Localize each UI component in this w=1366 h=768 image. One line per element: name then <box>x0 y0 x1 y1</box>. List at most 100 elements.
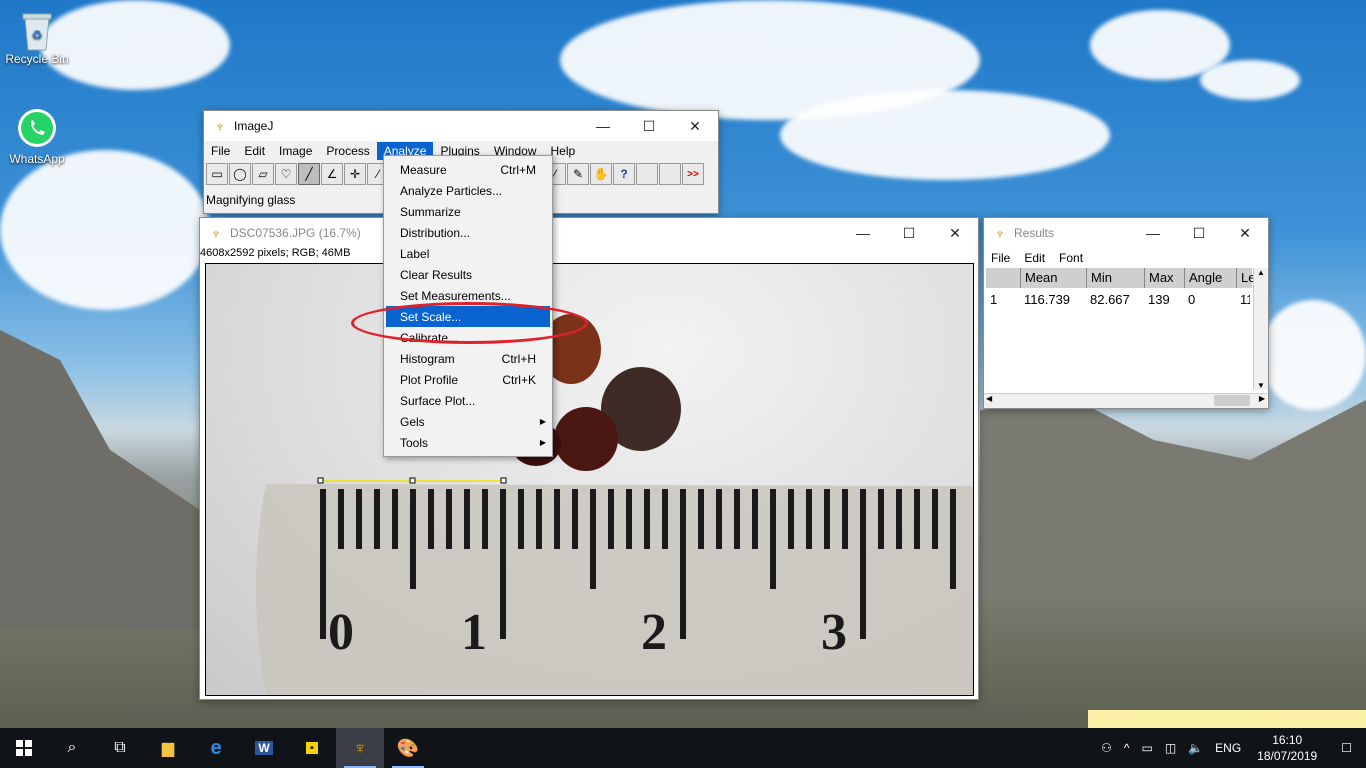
table-cell: 11 <box>1240 291 1250 307</box>
scroll-left-icon[interactable]: ◀ <box>986 394 992 403</box>
table-cell: 1 <box>990 291 998 307</box>
cloud <box>1260 300 1366 410</box>
menu-item[interactable]: Gels ▶ <box>384 411 552 432</box>
close-button[interactable]: ✕ <box>672 111 718 141</box>
scrollbar-thumb[interactable] <box>1214 395 1250 406</box>
help-icon[interactable]: ? <box>613 163 635 185</box>
point-tool-icon[interactable]: ✛ <box>344 163 366 185</box>
selection-handle[interactable] <box>317 477 324 484</box>
more-tools-button[interactable]: >> <box>682 163 704 185</box>
system-tray: ⚇ ^ ▭ ◫ 🔈 ENG 16:10 18/07/2019 ☐ <box>1095 728 1366 768</box>
volume-icon[interactable]: 🔈 <box>1182 741 1209 755</box>
microscope-icon: ♆ <box>210 225 222 241</box>
menu-edit[interactable]: Edit <box>237 142 272 160</box>
imagej-taskbar-icon[interactable]: ♆ <box>336 728 384 768</box>
results-window: ♆ Results — ☐ ✕ File Edit Font Mean Min … <box>983 217 1269 409</box>
menu-file[interactable]: File <box>204 142 237 160</box>
maximize-button[interactable]: ☐ <box>886 218 932 248</box>
oval-tool-icon[interactable]: ◯ <box>229 163 251 185</box>
minimize-button[interactable]: — <box>840 218 886 248</box>
word-icon[interactable]: W <box>240 728 288 768</box>
close-button[interactable]: ✕ <box>932 218 978 248</box>
results-menu-edit[interactable]: Edit <box>1017 249 1052 267</box>
angle-tool-icon[interactable]: ∠ <box>321 163 343 185</box>
menu-item[interactable]: Measure Ctrl+M <box>384 159 552 180</box>
column-header[interactable]: Angle <box>1184 268 1236 288</box>
results-titlebar[interactable]: ♆ Results — ☐ ✕ <box>984 218 1268 248</box>
start-button[interactable] <box>0 728 48 768</box>
menu-item[interactable]: Analyze Particles... <box>384 180 552 201</box>
column-header[interactable]: Le <box>1236 268 1255 288</box>
column-header[interactable]: Mean <box>1020 268 1086 288</box>
polygon-tool-icon[interactable]: ▱ <box>252 163 274 185</box>
desktop-icon-label: Recycle Bin <box>5 52 69 66</box>
desktop-icon-recycle-bin[interactable]: ♻ Recycle Bin <box>2 8 72 66</box>
menu-process[interactable]: Process <box>319 142 376 160</box>
menu-item[interactable]: Label <box>384 243 552 264</box>
people-icon[interactable]: ⚇ <box>1095 741 1118 755</box>
image-canvas[interactable]: 0 1 2 3 <box>205 263 974 696</box>
menu-item-label: Analyze Particles... <box>400 183 503 198</box>
vertical-scrollbar[interactable]: ▲ ▼ <box>1253 268 1268 390</box>
empty-tool-slot[interactable] <box>636 163 658 185</box>
imagej-titlebar[interactable]: ♆ ImageJ — ☐ ✕ <box>204 111 718 141</box>
search-icon[interactable]: ⌕ <box>48 728 96 768</box>
minimize-button[interactable]: — <box>580 111 626 141</box>
desktop-icon-whatsapp[interactable]: WhatsApp <box>2 108 72 166</box>
menu-item-label: Surface Plot... <box>400 393 476 408</box>
horizontal-scrollbar[interactable]: ◀ ▶ <box>984 393 1267 408</box>
menu-item[interactable]: Clear Results <box>384 264 552 285</box>
table-cell: 82.667 <box>1090 291 1130 307</box>
paint-icon[interactable]: 🎨 <box>384 728 432 768</box>
table-row[interactable]: 1 116.739 82.667 139 0 11 <box>986 288 1252 310</box>
maximize-button[interactable]: ☐ <box>626 111 672 141</box>
file-explorer-icon[interactable]: ▆ <box>144 728 192 768</box>
chevron-up-icon[interactable]: ^ <box>1118 741 1136 755</box>
selection-handle[interactable] <box>409 477 416 484</box>
rectangle-tool-icon[interactable]: ▭ <box>206 163 228 185</box>
results-menu-font[interactable]: Font <box>1052 249 1090 267</box>
network-icon[interactable]: ◫ <box>1159 741 1182 755</box>
table-cell: 139 <box>1148 291 1170 307</box>
freehand-tool-icon[interactable]: ♡ <box>275 163 297 185</box>
menu-item[interactable]: Surface Plot... <box>384 390 552 411</box>
column-header[interactable]: Max <box>1144 268 1184 288</box>
scroll-right-icon[interactable]: ▶ <box>1259 394 1265 403</box>
menu-item-label: Histogram <box>400 351 455 366</box>
edge-browser-icon[interactable]: e <box>192 728 240 768</box>
hand-tool-icon[interactable]: ✋ <box>590 163 612 185</box>
column-header[interactable]: Min <box>1086 268 1144 288</box>
column-header[interactable] <box>986 268 1020 288</box>
maximize-button[interactable]: ☐ <box>1176 218 1222 248</box>
notification-icon[interactable]: ☐ <box>1327 741 1366 755</box>
sticky-notes-icon[interactable]: ▪ <box>288 728 336 768</box>
scroll-up-icon[interactable]: ▲ <box>1254 268 1268 277</box>
battery-icon[interactable]: ▭ <box>1136 741 1159 755</box>
scroll-down-icon[interactable]: ▼ <box>1254 381 1268 390</box>
windows-logo-icon <box>16 740 32 756</box>
menu-item[interactable]: Histogram Ctrl+H <box>384 348 552 369</box>
line-tool-icon[interactable]: ╱ <box>298 163 320 185</box>
menu-image[interactable]: Image <box>272 142 319 160</box>
menu-item[interactable]: Tools ▶ <box>384 432 552 453</box>
results-menu-file[interactable]: File <box>984 249 1017 267</box>
menu-item[interactable]: Plot Profile Ctrl+K <box>384 369 552 390</box>
menu-item[interactable]: Summarize <box>384 201 552 222</box>
language-indicator[interactable]: ENG <box>1209 741 1247 755</box>
menu-item[interactable]: Distribution... <box>384 222 552 243</box>
stone <box>554 407 618 471</box>
menu-item-label: Measure <box>400 162 447 177</box>
empty-tool-slot[interactable] <box>659 163 681 185</box>
task-view-icon[interactable]: ⧉ <box>96 728 144 768</box>
results-table: Mean Min Max Angle Le 1 116.739 82.667 1… <box>986 268 1255 310</box>
minimize-button[interactable]: — <box>1130 218 1176 248</box>
photo-content: 0 1 2 3 <box>256 314 973 695</box>
brush-tool-icon[interactable]: ✎ <box>567 163 589 185</box>
selection-handle[interactable] <box>500 477 507 484</box>
menu-item-label: Distribution... <box>400 225 471 240</box>
table-cell: 116.739 <box>1024 291 1071 307</box>
image-info: 4608x2592 pixels; RGB; 46MB <box>200 247 351 259</box>
image-titlebar[interactable]: ♆ DSC07536.JPG (16.7%) — ☐ ✕ <box>200 218 978 248</box>
clock[interactable]: 16:10 18/07/2019 <box>1247 732 1327 764</box>
close-button[interactable]: ✕ <box>1222 218 1268 248</box>
